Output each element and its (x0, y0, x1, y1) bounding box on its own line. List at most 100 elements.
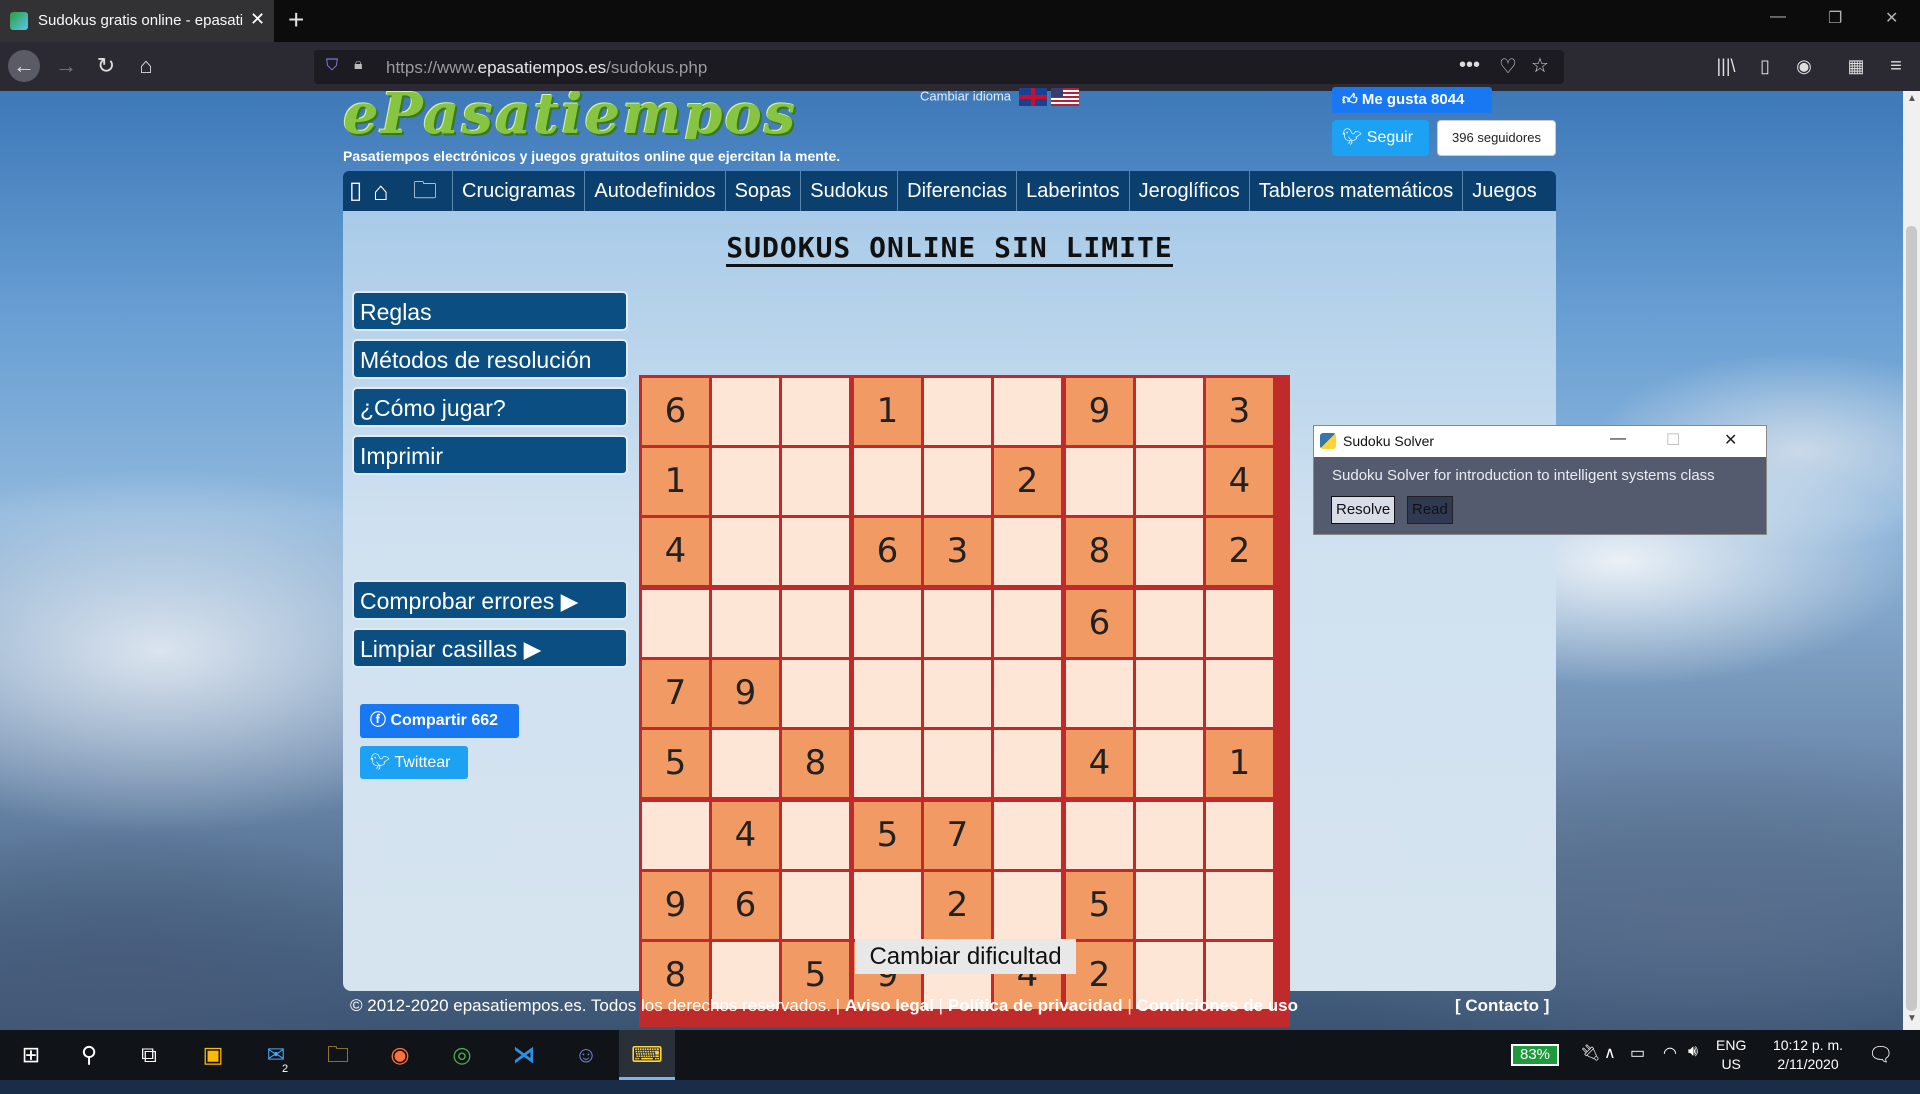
menu-icon[interactable]: ≡ (1880, 50, 1912, 82)
scrollbar-thumb[interactable] (1906, 226, 1917, 1011)
sudoku-cell[interactable] (1206, 660, 1273, 727)
sudoku-cell[interactable]: 1 (854, 378, 921, 445)
sudoku-cell[interactable] (1066, 660, 1133, 727)
tweet-button[interactable]: 🐦︎ Twittear (360, 746, 468, 779)
sudoku-cell[interactable] (642, 590, 709, 657)
sudoku-cell[interactable] (854, 872, 921, 939)
windows-start-icon[interactable]: ⊞ (3, 1030, 59, 1080)
facebook-like-button[interactable]: 👍︎ Me gusta 8044 (1332, 87, 1492, 113)
home-nav-icon[interactable]: ⌂ (373, 177, 389, 205)
sudoku-cell[interactable]: 5 (1066, 872, 1133, 939)
uk-flag-icon[interactable] (1018, 88, 1047, 106)
sudoku-cell[interactable] (1066, 448, 1133, 515)
sudoku-cell[interactable] (1136, 802, 1203, 869)
sudoku-cell[interactable] (712, 378, 779, 445)
page-scrollbar[interactable]: ▲ ▼ (1903, 91, 1920, 1030)
sudoku-cell[interactable]: 4 (642, 518, 709, 585)
sudoku-cell[interactable]: 4 (1066, 730, 1133, 797)
twitter-follow-button[interactable]: 🐦︎ Seguir (1332, 120, 1429, 156)
sudoku-cell[interactable]: 9 (1066, 378, 1133, 445)
browser-tab[interactable]: Sudokus gratis online - epasatiempos ✕ (0, 0, 274, 42)
nav-item-sopas[interactable]: Sopas (724, 171, 801, 211)
folder-icon[interactable]: 🗀 (413, 177, 437, 205)
sudoku-cell[interactable] (1206, 872, 1273, 939)
minimize-icon[interactable]: — (1770, 8, 1786, 26)
nav-item-autodefinidos[interactable]: Autodefinidos (584, 171, 724, 211)
sudoku-cell[interactable]: 3 (924, 518, 991, 585)
task-view-icon[interactable]: ⧉ (121, 1030, 177, 1080)
sudoku-cell[interactable]: 1 (1206, 730, 1273, 797)
change-difficulty-button[interactable]: Cambiar dificultad (855, 939, 1076, 974)
sudoku-cell[interactable] (712, 518, 779, 585)
sidebar-icon[interactable]: ▯ (1749, 50, 1781, 82)
back-icon[interactable]: ← (8, 50, 40, 82)
contact-link[interactable]: [ Contacto ] (1455, 996, 1549, 1016)
sudoku-cell[interactable]: 6 (1066, 590, 1133, 657)
sudoku-cell[interactable] (924, 448, 991, 515)
sudoku-cell[interactable] (782, 872, 849, 939)
chrome-icon[interactable]: ◎ (434, 1030, 490, 1080)
notifications-icon[interactable]: 🗨︎ (1868, 1042, 1893, 1067)
sudoku-cell[interactable]: 7 (642, 660, 709, 727)
sudoku-cell[interactable] (994, 518, 1061, 585)
sudoku-cell[interactable] (1136, 730, 1203, 797)
sudoku-cell[interactable]: 6 (854, 518, 921, 585)
library-icon[interactable]: |||\ (1710, 50, 1742, 82)
vscode-icon[interactable]: ⋊ (496, 1030, 552, 1080)
battery-icon[interactable]: ▭ (1630, 1043, 1645, 1063)
facebook-share-button[interactable]: ⓕ Compartir 662 (360, 704, 519, 738)
sudoku-cell[interactable] (854, 448, 921, 515)
sudoku-cell[interactable]: 4 (712, 802, 779, 869)
sudoku-cell[interactable] (1136, 590, 1203, 657)
sudoku-cell[interactable]: 2 (1206, 518, 1273, 585)
home-icon[interactable]: ⌂ (130, 50, 162, 82)
sudoku-cell[interactable] (782, 802, 849, 869)
sudoku-cell[interactable]: 7 (924, 802, 991, 869)
sudoku-cell[interactable] (712, 590, 779, 657)
sudoku-cell[interactable]: 9 (642, 872, 709, 939)
sudoku-cell[interactable] (994, 378, 1061, 445)
clear-cells-button[interactable]: Limpiar casillas ▶ (352, 628, 628, 668)
sudoku-cell[interactable] (994, 660, 1061, 727)
sudoku-cell[interactable] (1136, 660, 1203, 727)
site-logo[interactable]: ePasatiempos (343, 91, 797, 139)
sudoku-cell[interactable] (1206, 802, 1273, 869)
scroll-up-icon[interactable]: ▲ (1907, 93, 1917, 104)
nav-item-juegos[interactable]: Juegos (1462, 171, 1546, 211)
volume-icon[interactable]: 🔊︎ (1688, 1043, 1698, 1061)
solver-titlebar[interactable]: Sudoku Solver — ☐ ✕ (1314, 426, 1766, 457)
mobile-icon[interactable]: ▯ (349, 177, 362, 205)
sudoku-cell[interactable] (1136, 378, 1203, 445)
check-errors-button[interactable]: Comprobar errores ▶ (352, 580, 628, 620)
python-taskbar-icon[interactable]: ⌨ (619, 1030, 675, 1080)
sudoku-cell[interactable]: 6 (642, 378, 709, 445)
sudoku-cell[interactable] (854, 660, 921, 727)
sudoku-cell[interactable]: 4 (1206, 448, 1273, 515)
file-explorer-icon[interactable]: 🗀 (310, 1030, 366, 1080)
nav-item-tableros-matemáticos[interactable]: Tableros matemáticos (1248, 171, 1463, 211)
sudoku-cell[interactable]: 6 (712, 872, 779, 939)
show-hidden-icon[interactable]: ∧ (1604, 1043, 1616, 1063)
sudoku-cell[interactable]: 5 (642, 730, 709, 797)
sudoku-cell[interactable] (712, 730, 779, 797)
search-icon[interactable]: ⚲ (61, 1030, 117, 1080)
discord-icon[interactable]: ☺ (558, 1030, 614, 1080)
sudoku-cell[interactable]: 2 (994, 448, 1061, 515)
sudoku-cell[interactable]: 9 (712, 660, 779, 727)
input-language[interactable]: ENG US (1716, 1036, 1746, 1074)
how-to-play-button[interactable]: ¿Cómo jugar? (352, 387, 628, 427)
store-icon[interactable]: ▣ (185, 1030, 241, 1080)
close-tab-icon[interactable]: ✕ (250, 9, 265, 30)
nav-item-laberintos[interactable]: Laberintos (1016, 171, 1128, 211)
sudoku-cell[interactable] (924, 590, 991, 657)
sudoku-cell[interactable]: 5 (854, 802, 921, 869)
solving-methods-button[interactable]: Métodos de resolución (352, 339, 628, 379)
sudoku-cell[interactable]: 8 (782, 730, 849, 797)
print-button[interactable]: Imprimir (352, 435, 628, 475)
mail-icon[interactable]: ✉ 2 (248, 1030, 304, 1080)
sudoku-cell[interactable] (1206, 590, 1273, 657)
sudoku-cell[interactable] (994, 730, 1061, 797)
sudoku-cell[interactable] (924, 378, 991, 445)
read-button[interactable]: Read (1407, 496, 1453, 524)
sudoku-cell[interactable] (782, 590, 849, 657)
